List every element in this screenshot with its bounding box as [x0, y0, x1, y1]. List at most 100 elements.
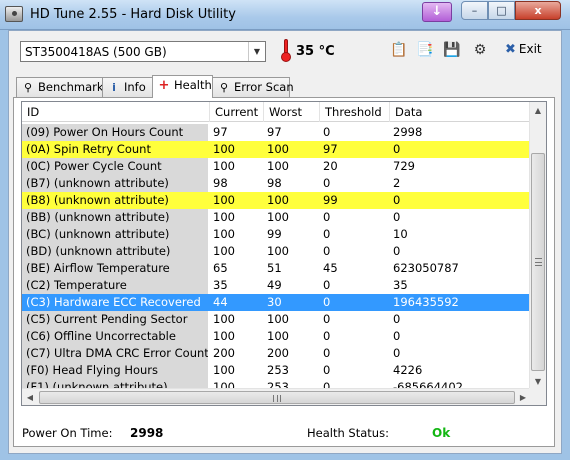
attribute-worst: 100: [267, 312, 289, 326]
vertical-scroll-thumb[interactable]: [531, 153, 545, 371]
attribute-worst: 200: [267, 346, 289, 360]
vertical-scrollbar[interactable]: ▲ ▼: [529, 102, 546, 390]
attribute-current: 100: [213, 312, 235, 326]
attribute-worst: 100: [267, 142, 289, 156]
table-row[interactable]: (C3) Hardware ECC Recovered 44 30 0 1964…: [22, 294, 531, 311]
table-row[interactable]: (C5) Current Pending Sector 100 100 0 0: [22, 311, 531, 328]
tab-info[interactable]: i Info: [102, 77, 153, 97]
horizontal-scrollbar[interactable]: ◀ ▶: [22, 388, 531, 405]
attribute-threshold: 0: [323, 346, 331, 360]
attribute-id: (BD) (unknown attribute): [22, 243, 208, 260]
temperature-readout: 35 °C: [296, 44, 335, 59]
attribute-worst: 253: [267, 363, 289, 377]
attribute-data: 35: [393, 278, 408, 292]
attribute-current: 100: [213, 210, 235, 224]
column-header-current[interactable]: Current: [210, 102, 264, 122]
scroll-up-icon[interactable]: ▲: [530, 102, 546, 119]
drive-select-value: ST3500418AS (500 GB): [25, 45, 167, 59]
table-row[interactable]: (B8) (unknown attribute) 100 100 99 0: [22, 192, 531, 209]
power-on-time-value: 2998: [130, 426, 164, 440]
attribute-threshold: 0: [323, 176, 331, 190]
attribute-id: (BC) (unknown attribute): [22, 226, 208, 243]
title-bar: HD Tune 2.55 - Hard Disk Utility ↓ – □ x: [0, 0, 570, 30]
table-row[interactable]: (09) Power On Hours Count 97 97 0 2998: [22, 124, 531, 141]
attribute-data: 729: [393, 159, 415, 173]
attribute-threshold: 0: [323, 329, 331, 343]
attribute-current: 44: [213, 295, 228, 309]
close-button[interactable]: x: [515, 1, 561, 20]
attribute-current: 100: [213, 363, 235, 377]
scroll-left-icon[interactable]: ◀: [22, 389, 38, 405]
attribute-data: 0: [393, 210, 401, 224]
save-icon[interactable]: 💾: [443, 41, 461, 59]
tab-error-scan[interactable]: ⚲ Error Scan: [212, 77, 294, 97]
table-row[interactable]: (BB) (unknown attribute) 100 100 0 0: [22, 209, 531, 226]
attribute-current: 200: [213, 346, 235, 360]
attribute-id: (C5) Current Pending Sector: [22, 311, 208, 328]
attribute-data: 0: [393, 329, 401, 343]
column-header-data[interactable]: Data: [390, 102, 531, 122]
column-header-worst[interactable]: Worst: [264, 102, 320, 122]
table-row[interactable]: (C6) Offline Uncorrectable 100 100 0 0: [22, 328, 531, 345]
table-row[interactable]: (0A) Spin Retry Count 100 100 97 0: [22, 141, 531, 158]
benchmark-icon: ⚲: [23, 81, 33, 94]
attribute-id: (09) Power On Hours Count: [22, 124, 208, 141]
table-row[interactable]: (B7) (unknown attribute) 98 98 0 2: [22, 175, 531, 192]
options-icon[interactable]: ⚙: [471, 41, 489, 59]
attribute-current: 100: [213, 159, 235, 173]
attribute-data: 623050787: [393, 261, 459, 275]
attribute-worst: 30: [267, 295, 282, 309]
column-header-id[interactable]: ID: [22, 102, 210, 122]
attribute-id: (C3) Hardware ECC Recovered: [22, 294, 208, 311]
table-row[interactable]: (C2) Temperature 35 49 0 35: [22, 277, 531, 294]
exit-label: Exit: [518, 42, 542, 56]
attribute-current: 35: [213, 278, 228, 292]
health-status-label: Health Status:: [307, 426, 389, 440]
attribute-worst: 100: [267, 329, 289, 343]
minimize-button[interactable]: –: [461, 1, 488, 20]
attribute-id: (C7) Ultra DMA CRC Error Count: [22, 345, 208, 362]
horizontal-scroll-thumb[interactable]: [39, 391, 515, 404]
window-controls: – □ x: [461, 1, 561, 21]
info-icon: i: [112, 81, 116, 94]
attribute-data: 10: [393, 227, 408, 241]
attribute-worst: 51: [267, 261, 282, 275]
table-body: (09) Power On Hours Count 97 97 0 2998 (…: [22, 124, 531, 396]
attribute-threshold: 97: [323, 142, 338, 156]
attribute-current: 100: [213, 329, 235, 343]
smart-table: ID Current Worst Threshold Data (09) Pow…: [21, 101, 547, 406]
tab-benchmark[interactable]: ⚲ Benchmark: [16, 77, 104, 97]
attribute-data: 4226: [393, 363, 423, 377]
drive-select[interactable]: ST3500418AS (500 GB) ▼: [20, 41, 266, 62]
attribute-threshold: 0: [323, 227, 331, 241]
attribute-current: 100: [213, 244, 235, 258]
attribute-id: (BB) (unknown attribute): [22, 209, 208, 226]
scroll-corner: [529, 388, 546, 405]
chevron-down-icon[interactable]: ▼: [248, 42, 265, 61]
maximize-button[interactable]: □: [488, 1, 515, 20]
attribute-worst: 49: [267, 278, 282, 292]
attribute-threshold: 0: [323, 278, 331, 292]
attribute-id: (C6) Offline Uncorrectable: [22, 328, 208, 345]
attribute-current: 100: [213, 193, 235, 207]
table-row[interactable]: (0C) Power Cycle Count 100 100 20 729: [22, 158, 531, 175]
tab-health[interactable]: + Health: [152, 75, 213, 98]
attribute-threshold: 0: [323, 125, 331, 139]
attribute-worst: 100: [267, 159, 289, 173]
copy-icon[interactable]: 📋: [390, 41, 408, 59]
table-row[interactable]: (BD) (unknown attribute) 100 100 0 0: [22, 243, 531, 260]
download-arrow-button[interactable]: ↓: [422, 2, 452, 22]
exit-button[interactable]: ✖ Exit: [505, 42, 542, 57]
health-status-value: Ok: [432, 426, 451, 440]
attribute-current: 97: [213, 125, 228, 139]
table-row[interactable]: (F0) Head Flying Hours 100 253 0 4226: [22, 362, 531, 379]
attribute-data: 0: [393, 142, 401, 156]
table-row[interactable]: (BE) Airflow Temperature 65 51 45 623050…: [22, 260, 531, 277]
table-row[interactable]: (BC) (unknown attribute) 100 99 0 10: [22, 226, 531, 243]
attribute-id: (0C) Power Cycle Count: [22, 158, 208, 175]
attribute-id: (B8) (unknown attribute): [22, 192, 208, 209]
column-header-threshold[interactable]: Threshold: [320, 102, 390, 122]
table-row[interactable]: (C7) Ultra DMA CRC Error Count 200 200 0…: [22, 345, 531, 362]
attribute-threshold: 45: [323, 261, 338, 275]
copy-all-icon[interactable]: 📑: [416, 41, 434, 59]
